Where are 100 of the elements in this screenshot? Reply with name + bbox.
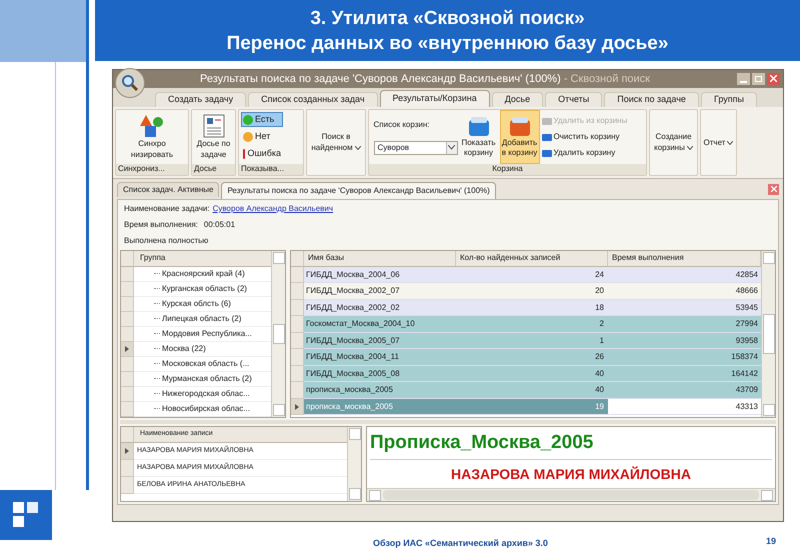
document-tab[interactable]: Список задач. Активные [117,182,220,197]
table-cell: 27994 [736,318,758,330]
table-cell: 43709 [736,384,758,396]
close-button[interactable] [767,72,780,85]
scrollbar[interactable] [347,426,361,501]
row-selector[interactable] [291,398,304,416]
table-cell: прописка_москва_2005 [306,384,393,396]
ribbon-tab[interactable]: Создать задачу [155,92,246,107]
table-cell: 1 [600,334,604,347]
table-cell: 53945 [736,302,758,314]
table-cell: ГИБДД_Москва_2004_06 [306,268,400,281]
scrollbar[interactable] [271,250,285,417]
tree-item[interactable]: Москва (22) [162,342,206,355]
shapes-icon [139,114,165,138]
table-cell: 93958 [736,334,758,347]
group-caption: Показыва... [241,163,284,176]
basket-action[interactable]: Очистить корзину [542,130,642,143]
table-row[interactable]: ГИБДД_Москва_2005_07 1 93958 [291,332,761,350]
tree-item[interactable]: Курганская область (2) [162,282,247,295]
table-row[interactable]: прописка_москва_2005 40 43709 [291,382,761,399]
tree-item[interactable]: Мурманская область (2) [162,372,252,385]
table-cell: 164142 [731,368,758,380]
ribbon-tab[interactable]: Поиск по задаче [604,92,699,107]
tree-item[interactable]: Московская область (... [162,358,250,370]
basket-action[interactable]: Удалить корзину [542,146,642,159]
filter-button[interactable]: Ошибка [241,146,283,162]
row-selector[interactable] [121,442,134,460]
row-pointer-icon [125,346,129,352]
tree-item[interactable]: Курская облсть (6) [162,298,231,310]
table-row[interactable]: Госкомстат_Москва_2004_10 2 27994 [291,316,761,333]
field-value: 00:05:01 [204,218,236,231]
tree-item[interactable]: Красноярский край (4) [162,268,245,280]
add-to-basket-button[interactable]: Добавить в корзину [500,110,540,164]
table-cell: 18 [595,302,604,314]
tree-item[interactable]: Новосибирская облас... [162,402,250,415]
basket-icon [508,116,532,138]
table-cell: 42854 [736,268,758,281]
horizontal-scrollbar[interactable] [367,488,775,501]
squares-logo-icon [13,502,39,528]
app-name: - Сквозной поиск [562,72,650,85]
table-cell: ГИБДД_Москва_2002_07 [306,285,400,298]
row-pointer-icon [125,448,129,454]
caret-icon [727,140,734,145]
sync-button[interactable]: Синхро низировать [122,114,182,160]
app-orb-button[interactable] [115,68,145,98]
dossier-button[interactable]: Досье по задаче [192,114,235,160]
scrollbar[interactable] [761,250,775,417]
search-icon [121,74,139,92]
tree-item[interactable]: Липецкая область (2) [162,312,242,325]
table-cell: 24 [595,268,604,281]
maximize-button[interactable] [752,72,765,85]
minimize-button[interactable] [737,72,750,85]
basket-dropdown[interactable]: Суворов [374,140,458,155]
table-row[interactable]: ГИБДД_Москва_2004_06 24 42854 [291,266,761,284]
table-row[interactable]: ГИБДД_Москва_2004_11 26 158374 [291,349,761,366]
table-cell: ГИБДД_Москва_2002_02 [306,302,400,314]
document-tab[interactable]: Результаты поиска по задаче 'Суворов Александр Васильевич' (100%) [221,182,496,199]
close-button[interactable] [768,184,779,195]
column-header: Имя базы [304,250,456,266]
task-status: Выполнена полностью [124,234,210,247]
filter-button[interactable]: Есть [241,112,283,128]
table-cell: 40 [595,384,604,396]
tree-item[interactable]: Нижегородская облас... [162,388,250,400]
caret-icon [354,146,361,150]
preview-person-name: НАЗАРОВА МАРИЯ МИХАЙЛОВНА [450,464,692,482]
document-icon [202,114,224,138]
table-cell: 20 [595,285,604,298]
table-cell: 19 [595,400,604,413]
report-button[interactable]: Отчет [704,136,734,148]
task-name-link[interactable]: Суворов Александр Васильевич [212,202,334,215]
column-header: Кол-во найденных записей [456,250,608,266]
tree-item[interactable]: Мордовия Республика... [162,328,252,340]
column-header: Группа [139,252,166,264]
table-cell: ГИБДД_Москва_2004_11 [306,351,399,364]
group-caption: Синхрониз... [118,163,165,176]
ribbon-tab[interactable]: Список созданных задач [248,92,378,107]
group-caption: Корзина [492,163,523,176]
ribbon-tab[interactable]: Группы [700,92,757,107]
caret-icon [686,146,693,150]
ribbon-tab[interactable]: Досье [492,92,544,107]
table-cell: 158374 [731,351,758,364]
table-row[interactable]: ГИБДД_Москва_2002_07 20 48666 [291,283,761,300]
show-basket-button[interactable]: Показать корзину [460,116,498,158]
table-row[interactable]: прописка_москва_2005 19 43313 [291,398,761,416]
table-row[interactable]: ГИБДД_Москва_2002_02 18 53945 [291,300,761,316]
field-label: Время выполнения: [124,218,198,231]
table-cell: ГИБДД_Москва_2005_08 [306,368,400,380]
row-selector[interactable] [121,342,134,357]
table-cell: 2 [600,318,604,330]
ribbon-tab[interactable]: Результаты/Корзина [380,90,490,107]
filter-button[interactable]: Нет [241,129,283,144]
table-row[interactable]: ГИБДД_Москва_2005_08 40 164142 [291,366,761,382]
caret-icon [448,145,455,150]
table-cell: 40 [595,368,604,380]
page-number: 19 [766,535,776,548]
ribbon-tab[interactable]: Отчеты [545,92,602,107]
group-caption: Досье [194,163,217,176]
table-cell: 26 [595,351,604,364]
window-title: Результаты поиска по задаче 'Суворов Александр Васильевич' (100%) [200,72,561,85]
basket-list-label: Список корзин: [374,118,431,131]
